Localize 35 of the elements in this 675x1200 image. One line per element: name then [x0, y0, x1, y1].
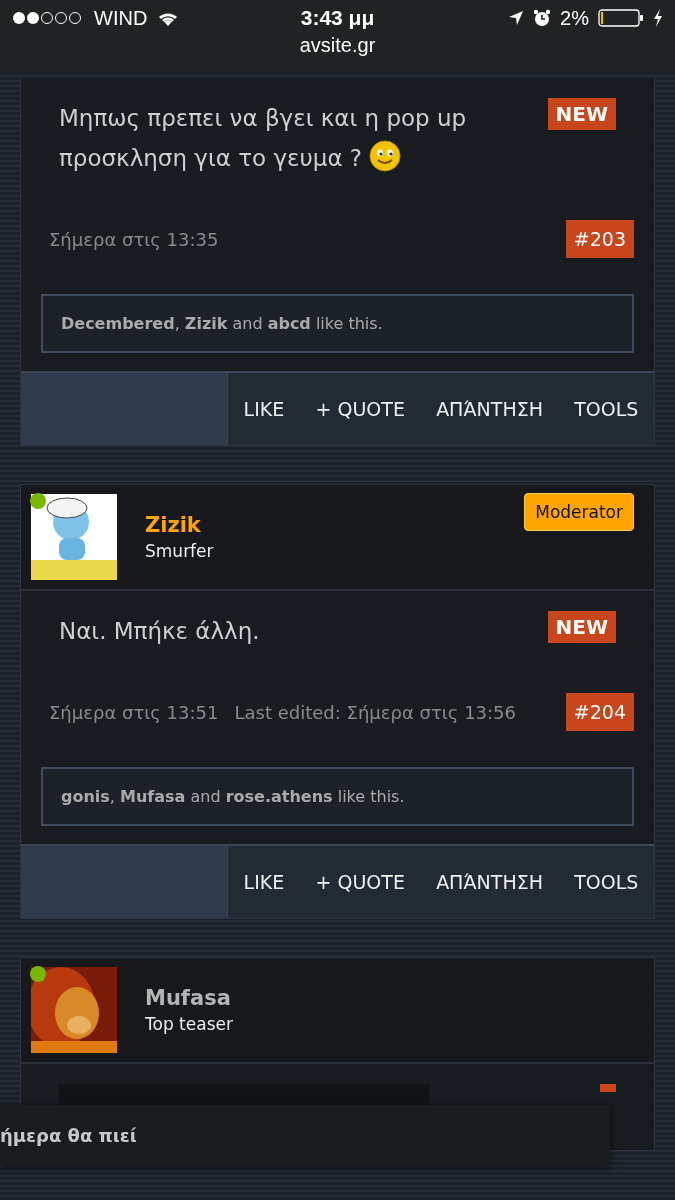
user-title: Top teaser	[145, 1014, 234, 1034]
clock-time: 3:43 μμ	[300, 6, 375, 30]
battery-percent: 2%	[560, 6, 589, 30]
notification-toast: ήμερα θα πιεί	[0, 1105, 610, 1165]
location-arrow-icon	[508, 10, 525, 26]
post-date: Σήμερα στις 13:35	[49, 228, 219, 250]
moderator-badge: Moderator	[524, 493, 634, 531]
carrier-name: WIND	[94, 6, 148, 30]
likes-summary: gonis, Mufasa and rose.athens like this.	[41, 767, 634, 826]
post-action-button[interactable]: LIKE	[239, 846, 289, 918]
page-url: avsite.gr	[299, 34, 376, 57]
post-action-button[interactable]: ΑΠΆΝΤΗΣΗ	[432, 373, 547, 445]
charging-icon	[653, 9, 663, 27]
post-number-link[interactable]: #203	[565, 220, 634, 258]
post-message: Μηπως πρεπει να βγει και η pop up προσκληση για το γευμα ?	[59, 104, 468, 174]
battery-icon	[598, 8, 644, 28]
user-title: Smurfer	[145, 541, 215, 561]
likes-summary: Decembered, Zizik and abcd like this.	[41, 294, 634, 353]
edited-date: Last edited: Σήμερα στις 13:56	[234, 701, 516, 723]
new-badge: NEW	[547, 611, 616, 643]
alarm-clock-icon	[533, 9, 552, 27]
username-link[interactable]: Zizik	[145, 513, 525, 537]
post-action-button[interactable]: TOOLS	[570, 373, 643, 445]
username-link[interactable]: Mufasa	[145, 986, 634, 1010]
post-action-button[interactable]: + QUOTE	[311, 846, 409, 918]
post-number-link[interactable]: #204	[565, 693, 634, 731]
new-badge: NEW	[547, 98, 616, 130]
wifi-icon	[157, 10, 180, 26]
post-action-button[interactable]: ΑΠΆΝΤΗΣΗ	[432, 846, 547, 918]
post-action-button[interactable]: TOOLS	[570, 846, 643, 918]
signal-icon	[12, 11, 84, 25]
post-action-button[interactable]: LIKE	[239, 373, 289, 445]
post-date: Σήμερα στις 13:51	[49, 701, 219, 723]
post-message: Ναι. Μπήκε άλλη.	[59, 617, 260, 646]
post-action-button[interactable]: + QUOTE	[311, 373, 409, 445]
